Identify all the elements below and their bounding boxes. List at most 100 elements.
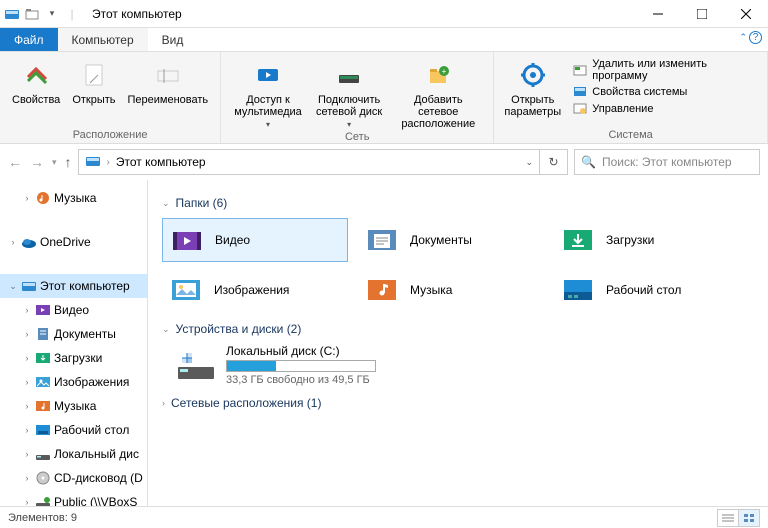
thispc-icon: [85, 153, 101, 172]
app-icon: [4, 6, 20, 22]
view-icons-button[interactable]: [738, 509, 760, 527]
tree-item-label: Музыка: [54, 191, 96, 205]
folder-icon: [167, 222, 207, 258]
chevron-icon[interactable]: ⌄: [8, 281, 18, 292]
folder-label: Музыка: [410, 283, 452, 297]
thispc-icon: [21, 278, 37, 294]
open-button[interactable]: Открыть: [68, 54, 119, 129]
chevron-icon[interactable]: ›: [22, 401, 32, 411]
refresh-button[interactable]: ↻: [540, 149, 568, 175]
chevron-icon[interactable]: ›: [22, 497, 32, 506]
address-bar[interactable]: › Этот компьютер ⌄: [78, 149, 540, 175]
chevron-icon[interactable]: ›: [22, 425, 32, 435]
tree-item[interactable]: ›Локальный дис: [0, 442, 147, 466]
drive-item[interactable]: Локальный диск (C:) 33,3 ГБ свободно из …: [176, 344, 754, 386]
tree-item[interactable]: › OneDrive: [0, 230, 147, 254]
chevron-icon[interactable]: ›: [22, 449, 32, 459]
nav-back-button[interactable]: ←: [8, 154, 22, 170]
folder-item[interactable]: Видео: [162, 218, 348, 262]
properties-button[interactable]: Свойства: [8, 54, 64, 129]
search-icon: 🔍: [581, 155, 596, 169]
qat-dropdown-icon[interactable]: ▾: [44, 6, 60, 22]
qat-folder-icon[interactable]: [24, 6, 40, 22]
tree-item[interactable]: › Музыка: [0, 186, 147, 210]
nav-forward-button[interactable]: →: [30, 154, 44, 170]
rename-button[interactable]: Переименовать: [124, 54, 213, 129]
chevron-icon[interactable]: ›: [22, 329, 32, 339]
tree-item[interactable]: ›Документы: [0, 322, 147, 346]
uninstall-button[interactable]: Удалить или изменить программу: [573, 58, 753, 82]
search-placeholder: Поиск: Этот компьютер: [602, 155, 732, 169]
tab-view[interactable]: Вид: [148, 28, 198, 51]
folder-item[interactable]: Загрузки: [554, 218, 740, 262]
tree-item[interactable]: ›Изображения: [0, 370, 147, 394]
search-input[interactable]: 🔍 Поиск: Этот компьютер: [574, 149, 760, 175]
qat-separator-icon: |: [64, 6, 80, 22]
folder-icon: [362, 272, 402, 308]
ribbon-group-network-label: Сеть: [229, 131, 485, 145]
chevron-icon[interactable]: ›: [22, 377, 32, 387]
tree-item-label: Музыка: [54, 399, 96, 413]
minimize-button[interactable]: [636, 0, 680, 28]
ribbon-group-location-label: Расположение: [8, 129, 212, 143]
tree-item[interactable]: ⌄Этот компьютер: [0, 274, 147, 298]
tree-item-label: Видео: [54, 303, 89, 317]
folder-icon: [362, 222, 402, 258]
music-icon: [35, 190, 51, 206]
help-icon[interactable]: ⌃?: [739, 31, 762, 44]
chevron-icon[interactable]: ›: [22, 353, 32, 363]
folder-item[interactable]: Документы: [358, 218, 544, 262]
system-props-button[interactable]: Свойства системы: [573, 85, 753, 99]
folder-icon: [166, 272, 206, 308]
manage-button[interactable]: Управление: [573, 102, 753, 116]
open-settings-button[interactable]: Открыть параметры: [502, 54, 563, 129]
close-button[interactable]: [724, 0, 768, 28]
nav-recent-button[interactable]: ▾: [52, 157, 57, 168]
group-folders-header[interactable]: ⌄Папки (6): [162, 196, 754, 210]
chevron-icon[interactable]: ›: [8, 237, 18, 247]
tree-item[interactable]: ›Загрузки: [0, 346, 147, 370]
tab-computer[interactable]: Компьютер: [58, 28, 148, 51]
ribbon-tabs: Файл Компьютер Вид ⌃?: [0, 28, 768, 52]
address-dropdown-icon[interactable]: ⌄: [525, 157, 533, 168]
tree-item-label: OneDrive: [40, 235, 91, 249]
tree-item-label: CD-дисковод (D: [54, 471, 143, 485]
tree-item[interactable]: ›Public (\\VBoxS: [0, 490, 147, 506]
group-network-header[interactable]: ›Сетевые расположения (1): [162, 396, 754, 410]
media-access-button[interactable]: Доступ к мультимедиа ▾: [229, 54, 307, 131]
chevron-icon[interactable]: ›: [22, 473, 32, 483]
drive-usage-bar: [226, 360, 376, 372]
downloads-icon: [35, 350, 51, 366]
breadcrumb-text[interactable]: Этот компьютер: [116, 155, 206, 169]
folder-item[interactable]: Рабочий стол: [554, 268, 740, 312]
folder-label: Документы: [410, 233, 472, 247]
pictures-icon: [35, 374, 51, 390]
drive-sub: 33,3 ГБ свободно из 49,5 ГБ: [226, 374, 376, 386]
folder-item[interactable]: Музыка: [358, 268, 544, 312]
folder-item[interactable]: Изображения: [162, 268, 348, 312]
group-drives-header[interactable]: ⌄Устройства и диски (2): [162, 322, 754, 336]
tree-item-label: Рабочий стол: [54, 423, 129, 437]
desktop-icon: [35, 422, 51, 438]
map-drive-button[interactable]: Подключить сетевой диск ▾: [311, 54, 387, 131]
tab-file[interactable]: Файл: [0, 28, 58, 51]
folder-icon: [558, 272, 598, 308]
add-network-button[interactable]: + Добавить сетевое расположение: [391, 54, 485, 131]
breadcrumb-separator-icon: ›: [107, 157, 110, 168]
statusbar-text: Элементов: 9: [8, 512, 77, 524]
nav-up-button[interactable]: ↑: [65, 154, 72, 170]
chevron-icon[interactable]: ›: [22, 305, 32, 315]
folder-label: Загрузки: [606, 233, 654, 247]
chevron-icon[interactable]: ›: [22, 193, 32, 203]
tree-item[interactable]: › Рабочий стол: [0, 418, 147, 442]
folder-icon: [558, 222, 598, 258]
folder-label: Рабочий стол: [606, 283, 681, 297]
tree-item[interactable]: › Музыка: [0, 394, 147, 418]
tree-item[interactable]: › CD-дисковод (D: [0, 466, 147, 490]
tree-item[interactable]: › Видео: [0, 298, 147, 322]
view-details-button[interactable]: [717, 509, 739, 527]
maximize-button[interactable]: [680, 0, 724, 28]
netdrive-icon: [35, 494, 51, 506]
cd-icon: [35, 470, 51, 486]
disk-icon: [35, 446, 51, 462]
